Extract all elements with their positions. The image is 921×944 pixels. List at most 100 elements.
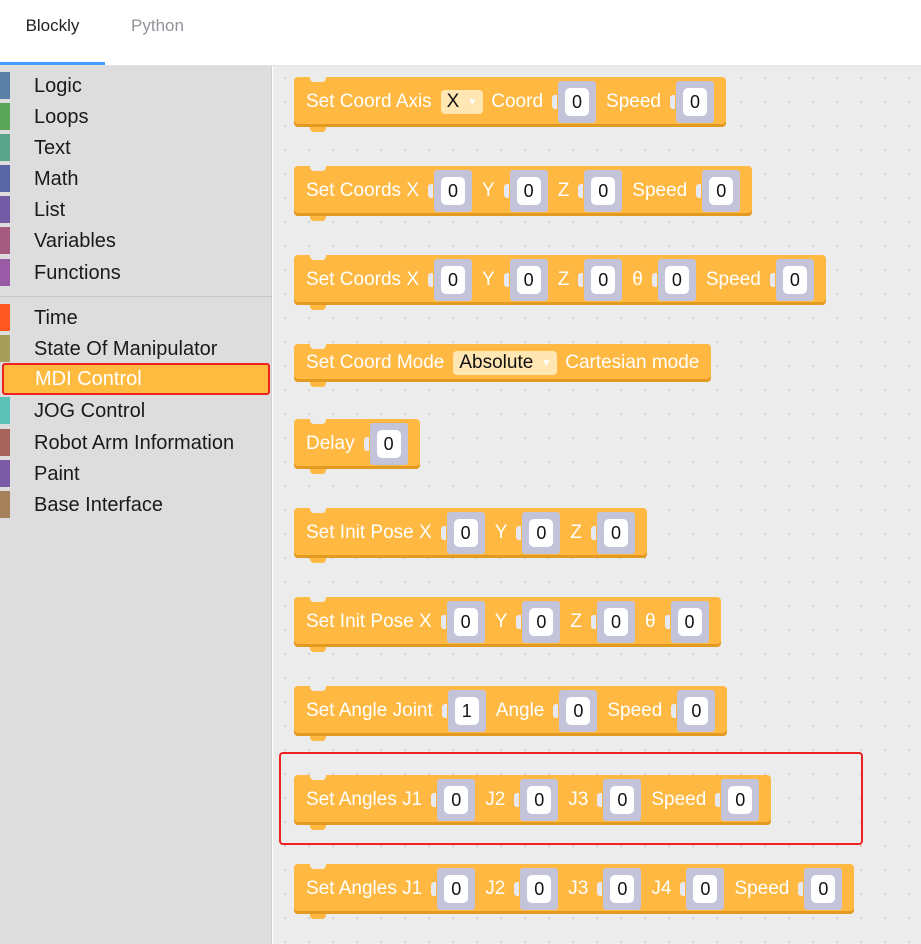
block-label: Set Angle Joint <box>306 700 433 721</box>
number-block[interactable]: 0 <box>584 170 623 212</box>
category-math[interactable]: Math <box>0 164 272 193</box>
number-block[interactable]: 0 <box>686 868 725 910</box>
number-block[interactable]: 0 <box>520 868 559 910</box>
number-block[interactable]: 0 <box>584 259 623 301</box>
number-field[interactable]: 0 <box>591 177 616 205</box>
number-block[interactable]: 0 <box>702 170 741 212</box>
number-block[interactable]: 0 <box>446 601 485 643</box>
number-block[interactable]: 0 <box>434 170 472 212</box>
number-field[interactable]: 0 <box>441 266 465 294</box>
number-block[interactable]: 0 <box>657 259 696 301</box>
number-field[interactable]: 0 <box>444 875 469 903</box>
number-block[interactable]: 0 <box>596 601 635 643</box>
category-state-of-manipulator[interactable]: State Of Manipulator <box>0 334 272 363</box>
category-mdi-control[interactable]: MDI Control <box>2 363 270 395</box>
socket-notch <box>516 615 522 629</box>
number-block[interactable]: 0 <box>509 259 548 301</box>
number-block[interactable]: 0 <box>522 512 561 554</box>
category-robot-arm-information[interactable]: Robot Arm Information <box>0 428 272 457</box>
value-input-socket: 0 <box>428 259 472 301</box>
number-block[interactable]: 0 <box>677 690 716 732</box>
number-field[interactable]: 0 <box>610 875 635 903</box>
socket-notch <box>363 437 369 451</box>
block-delay[interactable]: Delay 0 <box>294 419 420 474</box>
number-field[interactable]: 0 <box>453 608 478 636</box>
block-label: Set Angles J1 <box>306 878 423 899</box>
number-field[interactable]: 0 <box>677 608 702 636</box>
category-list[interactable]: List <box>0 195 272 224</box>
number-field[interactable]: 1 <box>454 697 479 725</box>
number-field[interactable]: 0 <box>591 266 616 294</box>
number-field[interactable]: 0 <box>453 519 478 547</box>
category-paint[interactable]: Paint <box>0 459 272 488</box>
number-field[interactable]: 0 <box>529 519 554 547</box>
block-set-coords-x[interactable]: Set Coords X 0 Y 0 Z 0 θ 0 Speed 0 <box>294 255 826 310</box>
number-field[interactable]: 0 <box>684 697 709 725</box>
category-logic[interactable]: Logic <box>0 71 272 100</box>
number-block[interactable]: 0 <box>675 81 714 123</box>
number-field[interactable]: 0 <box>603 519 628 547</box>
number-block[interactable]: 0 <box>446 512 485 554</box>
tab-blockly[interactable]: Blockly <box>0 0 105 66</box>
block-set-angles-j1[interactable]: Set Angles J1 0 J2 0 J3 0 J4 0 Speed 0 <box>294 864 855 919</box>
value-input-socket: 0 <box>552 81 597 123</box>
value-input-socket: 0 <box>516 512 561 554</box>
number-block[interactable]: 0 <box>603 868 642 910</box>
block-label: Speed <box>606 91 661 112</box>
category-variables[interactable]: Variables <box>0 226 272 255</box>
socket-notch <box>769 273 775 287</box>
value-input-socket: 1 <box>441 690 486 732</box>
socket-notch <box>597 882 603 896</box>
number-field[interactable]: 0 <box>376 430 401 458</box>
number-block[interactable]: 0 <box>596 512 635 554</box>
number-field[interactable]: 0 <box>529 608 554 636</box>
block-label: Z <box>557 269 570 290</box>
value-input-socket: 0 <box>440 512 485 554</box>
block-set-coord-mode[interactable]: Set Coord Mode Absolute ▼ Cartesian mode <box>294 344 712 387</box>
block-set-init-pose-x[interactable]: Set Init Pose X0Y0Z0 <box>294 508 647 563</box>
number-field[interactable]: 0 <box>441 177 465 205</box>
dropdown-field[interactable]: X ▼ <box>440 90 484 114</box>
number-block[interactable]: 1 <box>447 690 486 732</box>
number-field[interactable]: 0 <box>527 875 552 903</box>
number-block[interactable]: 0 <box>558 81 597 123</box>
number-block[interactable]: 0 <box>369 423 408 465</box>
number-field[interactable]: 0 <box>566 697 591 725</box>
number-field[interactable]: 0 <box>693 875 718 903</box>
block-set-init-pose-x[interactable]: Set Init Pose X0Y0Z0θ0 <box>294 597 721 652</box>
number-field[interactable]: 0 <box>709 177 734 205</box>
block-set-coords-x[interactable]: Set Coords X 0 Y 0 Z 0 Speed 0 <box>294 166 753 221</box>
number-field[interactable]: 0 <box>682 88 707 116</box>
number-block[interactable]: 0 <box>434 259 472 301</box>
block-set-coord-axis[interactable]: Set Coord Axis X ▼ Coord 0 Speed 0 <box>294 77 726 132</box>
number-block[interactable]: 0 <box>775 259 814 301</box>
number-field[interactable]: 0 <box>516 266 541 294</box>
socket-notch <box>669 95 675 109</box>
number-block[interactable]: 0 <box>559 690 598 732</box>
number-block[interactable]: 0 <box>509 170 548 212</box>
number-field[interactable]: 0 <box>516 177 541 205</box>
number-field[interactable]: 0 <box>782 266 807 294</box>
tab-python[interactable]: Python <box>105 0 210 66</box>
category-text[interactable]: Text <box>0 133 272 162</box>
block-label: Y <box>494 522 508 543</box>
category-jog-control[interactable]: JOG Control <box>0 396 272 425</box>
number-block[interactable]: 0 <box>522 601 561 643</box>
number-field[interactable]: 0 <box>565 88 590 116</box>
category-loops[interactable]: Loops <box>0 102 272 131</box>
number-field[interactable]: 0 <box>603 608 628 636</box>
category-time[interactable]: Time <box>0 303 272 332</box>
number-block[interactable]: 0 <box>670 601 709 643</box>
category-base-interface[interactable]: Base Interface <box>0 490 272 519</box>
number-block[interactable]: 0 <box>437 868 476 910</box>
category-label: Logic <box>34 75 82 97</box>
category-functions[interactable]: Functions <box>0 258 272 287</box>
number-field[interactable]: 0 <box>664 266 689 294</box>
number-block[interactable]: 0 <box>804 868 843 910</box>
dropdown-field[interactable]: Absolute ▼ <box>453 351 558 375</box>
number-field[interactable]: 0 <box>811 875 836 903</box>
category-color-swatch <box>0 429 10 456</box>
block-label: Speed <box>734 878 790 899</box>
value-input-socket: 0 <box>503 259 548 301</box>
block-set-angle-joint[interactable]: Set Angle Joint 1 Angle 0 Speed 0 <box>294 686 728 741</box>
